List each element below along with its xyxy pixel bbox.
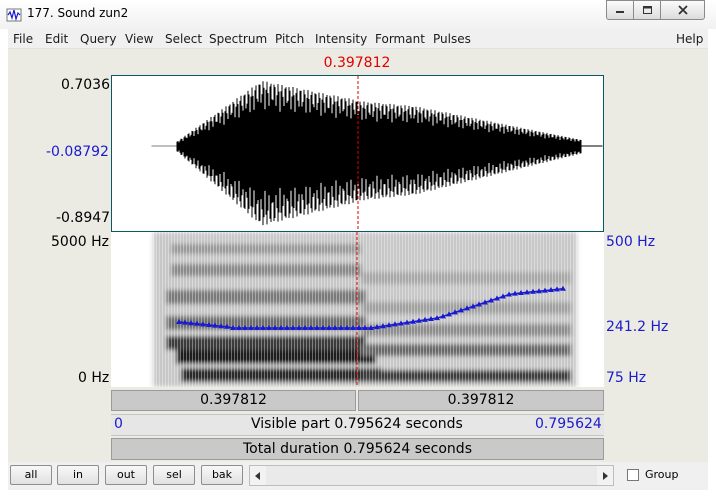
menu-help[interactable]: Help bbox=[676, 32, 703, 46]
maximize-button[interactable] bbox=[633, 0, 660, 20]
spectrogram-panel[interactable] bbox=[111, 232, 604, 387]
zoom-back-button[interactable]: bak bbox=[201, 465, 243, 485]
pitch-bottom-label: 75 Hz bbox=[606, 370, 647, 386]
close-icon bbox=[677, 5, 688, 15]
pitch-top-label: 500 Hz bbox=[606, 234, 656, 250]
zoom-all-button[interactable]: all bbox=[10, 465, 52, 485]
spectrogram-plot bbox=[153, 232, 577, 387]
title-bar: 177. Sound zun2 bbox=[0, 0, 716, 29]
cursor-time-label: 0.397812 bbox=[323, 55, 391, 71]
waveform-plot bbox=[151, 76, 603, 231]
waveform-min-label: -0.8947 bbox=[56, 210, 111, 226]
menu-bar: File Edit Query View Select Spectrum Pit… bbox=[8, 29, 708, 49]
menu-intensity[interactable]: Intensity bbox=[315, 32, 367, 46]
zoom-out-button[interactable]: out bbox=[105, 465, 147, 485]
menu-pitch[interactable]: Pitch bbox=[275, 32, 304, 46]
waveform-max-label: 0.7036 bbox=[61, 77, 110, 93]
group-checkbox[interactable] bbox=[627, 469, 639, 481]
menu-edit[interactable]: Edit bbox=[45, 32, 68, 46]
visible-part-label: Visible part 0.795624 seconds bbox=[251, 416, 463, 432]
segment-left-button[interactable]: 0.397812 bbox=[111, 390, 356, 411]
menu-spectrum[interactable]: Spectrum bbox=[209, 32, 267, 46]
waveform-path bbox=[151, 81, 603, 226]
window-frame-left bbox=[0, 29, 8, 496]
window-title: 177. Sound zun2 bbox=[27, 6, 129, 20]
waveform-trace bbox=[151, 81, 603, 226]
scroll-left-button[interactable] bbox=[250, 466, 266, 485]
menu-query[interactable]: Query bbox=[80, 32, 116, 46]
total-duration-bar[interactable]: Total duration 0.795624 seconds bbox=[111, 438, 604, 460]
app-icon bbox=[6, 8, 22, 22]
group-label: Group bbox=[645, 468, 679, 481]
visible-end-label: 0.795624 bbox=[535, 416, 602, 432]
spectrogram-bottom-label: 0 Hz bbox=[78, 370, 110, 386]
zoom-in-button[interactable]: in bbox=[57, 465, 99, 485]
pitch-cursor-value: 241.2 Hz bbox=[606, 319, 669, 335]
scroll-right-button[interactable] bbox=[597, 466, 613, 485]
zoom-selection-button[interactable]: sel bbox=[153, 465, 195, 485]
menu-formant[interactable]: Formant bbox=[375, 32, 425, 46]
spectrogram-striations bbox=[153, 232, 577, 387]
menu-view[interactable]: View bbox=[125, 32, 153, 46]
horizontal-scrollbar[interactable] bbox=[249, 465, 614, 486]
waveform-cursor-value: -0.08792 bbox=[46, 144, 109, 160]
segment-right-button[interactable]: 0.397812 bbox=[358, 390, 604, 411]
close-button[interactable] bbox=[660, 0, 705, 20]
scroll-right-icon bbox=[603, 471, 608, 480]
scroll-left-icon bbox=[255, 471, 260, 480]
minimize-button[interactable] bbox=[606, 0, 633, 20]
minimize-icon bbox=[616, 11, 624, 13]
menu-pulses[interactable]: Pulses bbox=[433, 32, 471, 46]
window-frame-right bbox=[708, 29, 716, 496]
menu-select[interactable]: Select bbox=[165, 32, 202, 46]
maximize-icon bbox=[642, 6, 652, 14]
visible-start-label: 0 bbox=[114, 416, 123, 432]
menu-file[interactable]: File bbox=[13, 32, 33, 46]
spectrogram-top-label: 5000 Hz bbox=[51, 234, 109, 250]
waveform-panel[interactable] bbox=[111, 75, 604, 232]
